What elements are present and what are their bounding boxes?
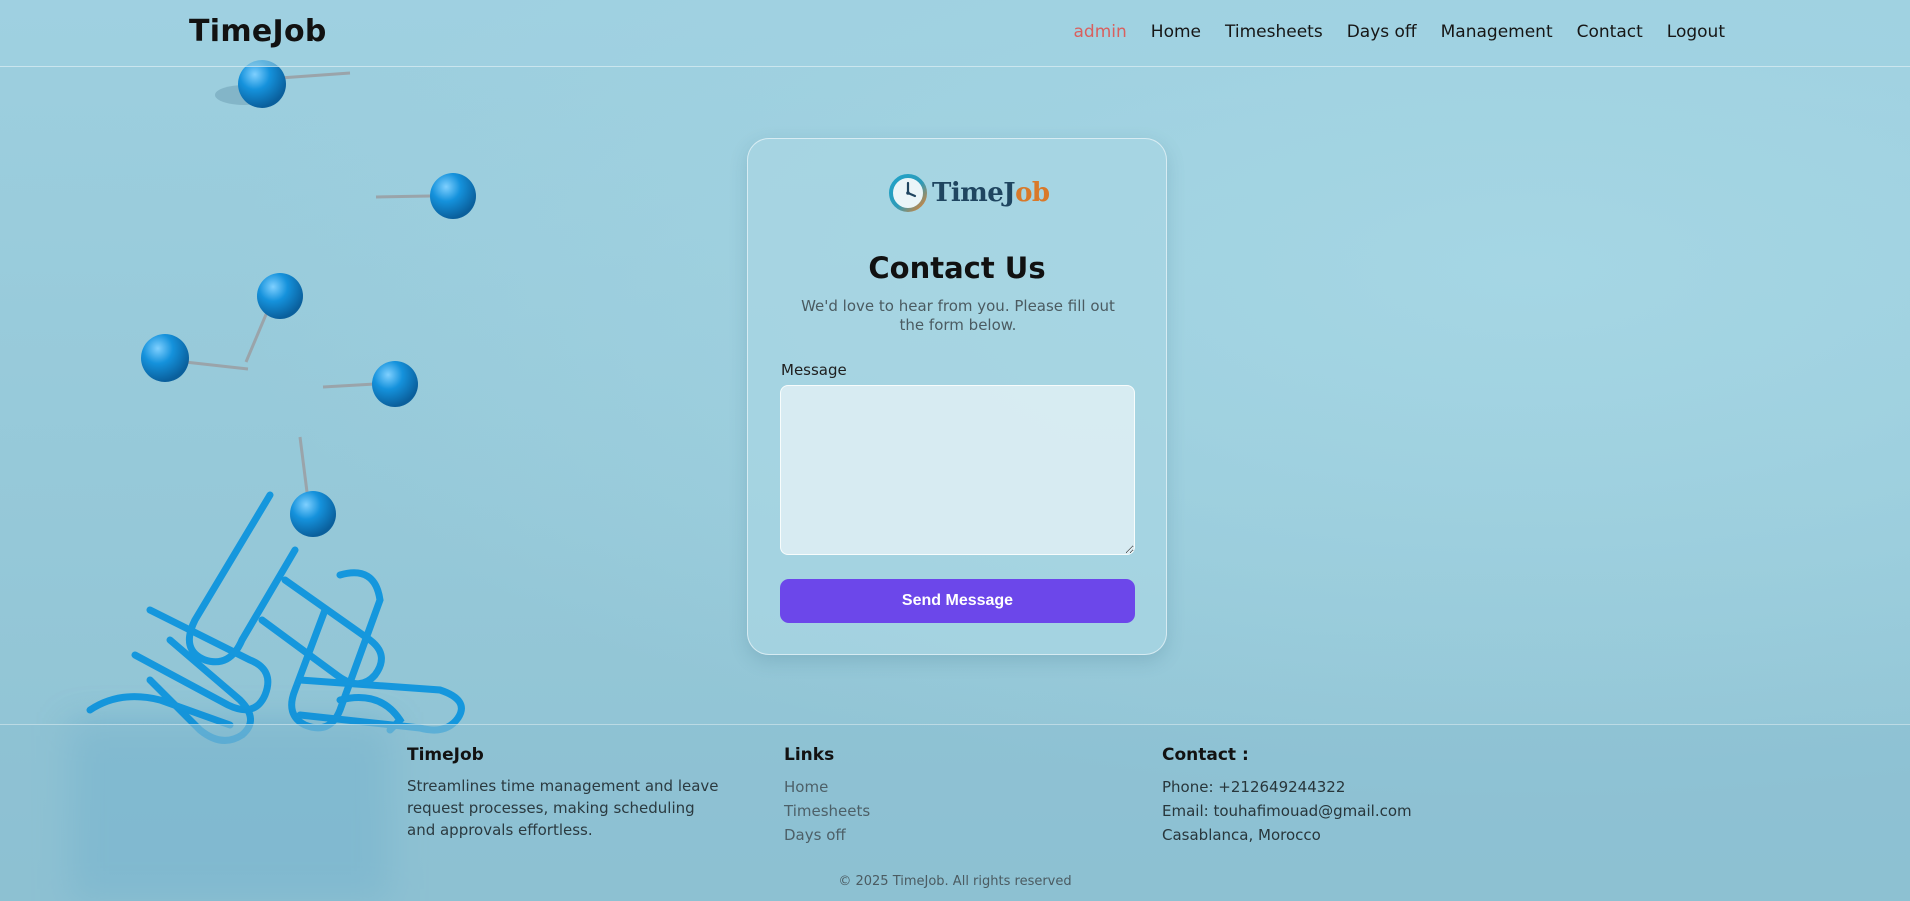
brand-logo[interactable]: TimeJob (189, 14, 327, 49)
footer-about-text: Streamlines time management and leave re… (407, 777, 719, 839)
footer-links-title: Links (784, 745, 835, 765)
page-subtitle: We'd love to hear from you. Please fill … (801, 297, 1115, 334)
footer-email: Email: touhafimouad@gmail.com (1162, 802, 1412, 820)
nav-item-timesheets[interactable]: Timesheets (1225, 22, 1323, 42)
push-pin-icon (290, 436, 336, 537)
footer-about: TimeJob Streamlines time management and … (407, 745, 727, 841)
contact-card: TimeJob Contact Us We'd love to hear fro… (747, 138, 1167, 655)
footer-about-title: TimeJob (407, 745, 484, 765)
push-pin-icon (141, 334, 249, 382)
push-pin-icon (322, 361, 418, 407)
push-pin-icon (215, 60, 351, 108)
top-navbar: TimeJob admin Home Timesheets Days off M… (0, 0, 1910, 67)
copyright-text: © 2025 TimeJob. All rights reserved (838, 874, 1072, 889)
page-footer: TimeJob Streamlines time management and … (0, 724, 1910, 901)
nav-item-logout[interactable]: Logout (1667, 22, 1725, 42)
paper-clips-icon (86, 491, 465, 744)
page-title: Contact Us (868, 251, 1046, 285)
footer-link-home[interactable]: Home (784, 775, 870, 799)
nav-item-days-off[interactable]: Days off (1347, 22, 1417, 42)
footer-address: Casablanca, Morocco (1162, 826, 1321, 844)
push-pin-icon (375, 173, 476, 219)
nav-item-admin[interactable]: admin (1074, 22, 1127, 42)
nav-item-management[interactable]: Management (1441, 22, 1553, 42)
footer-phone: Phone: +212649244322 (1162, 778, 1346, 796)
message-textarea[interactable] (780, 385, 1135, 555)
card-logo: TimeJob (888, 173, 1050, 213)
card-logo-text: TimeJob (932, 178, 1050, 208)
nav-item-home[interactable]: Home (1151, 22, 1201, 42)
footer-link-days-off[interactable]: Days off (784, 823, 870, 847)
main-nav: admin Home Timesheets Days off Managemen… (1074, 22, 1725, 42)
footer-contact: Contact : Phone: +212649244322 Email: to… (1162, 745, 1412, 847)
push-pin-icon (244, 273, 303, 363)
footer-links: Links Home Timesheets Days off (784, 745, 870, 847)
footer-contact-title: Contact : (1162, 745, 1249, 765)
footer-link-timesheets[interactable]: Timesheets (784, 799, 870, 823)
nav-item-contact[interactable]: Contact (1577, 22, 1643, 42)
send-message-button[interactable]: Send Message (780, 579, 1135, 623)
message-label: Message (781, 361, 847, 379)
clock-icon (889, 174, 927, 212)
